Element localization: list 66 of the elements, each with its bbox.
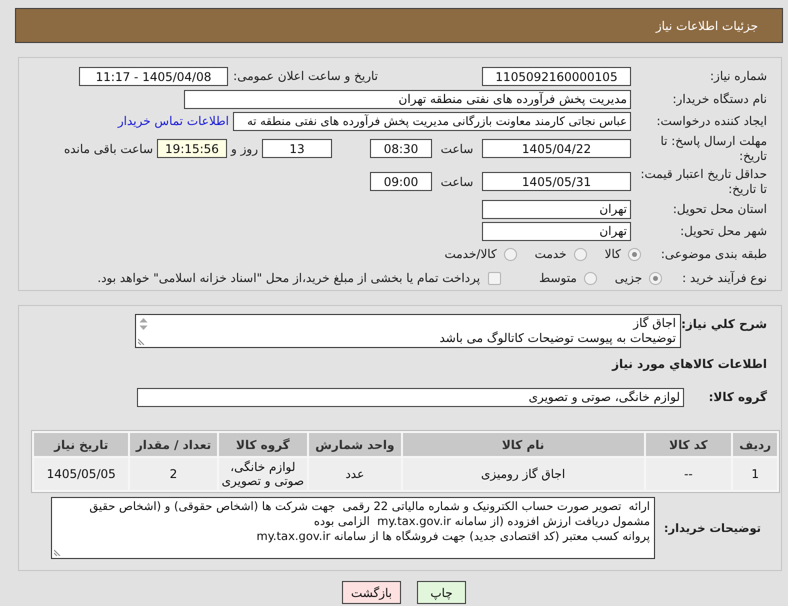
checkbox[interactable] [488, 272, 502, 284]
scroll-arrows-icon[interactable] [138, 317, 149, 331]
table-cell: 1405/05/05 [34, 458, 128, 490]
field-label: توضیحات خریدار: [662, 520, 762, 536]
column-header: نام کالا [402, 433, 644, 456]
input-field[interactable]: 1105092160000105 [482, 67, 631, 86]
column-header: ردیف [733, 433, 777, 456]
input-field[interactable]: تهران [482, 222, 631, 240]
table-cell: -- [646, 458, 732, 490]
back-button[interactable]: بازگشت [342, 581, 401, 604]
radio-button[interactable] [504, 248, 517, 260]
resize-grip-icon[interactable] [54, 549, 61, 556]
column-header: تاریخ نیاز [34, 433, 128, 456]
resize-grip-icon[interactable] [138, 338, 145, 345]
buyer-notes-field[interactable]: ارائه تصویر صورت حساب الکترونیک و شماره مالیاتی 22 رقمی جهت شرکت ها (اشخاص حقوقی) و (اشخاص حقیق مشمول دریافت ارزش افزوده (از سامانه my.tax.gov.ir الزامی بوده پروانه کسب معتبر (کد اقتصادی جدید) جهت فروشگاه ها از سامانه my.tax.gov.ir [51, 497, 655, 559]
date-field[interactable]: 1405/04/22 [482, 139, 631, 158]
radio-label: کالا/خدمت [444, 247, 497, 261]
checkbox-label: پرداخت تمام یا بخشی از مبلغ خرید،از محل "اسناد خزانه اسلامی" خواهد بود. [97, 271, 480, 285]
field-label: حداقل تاریخ اعتبار قیمت: تا تاریخ: [639, 166, 767, 196]
field-label: طبقه بندی موضوعی: [660, 246, 767, 262]
radio-button[interactable] [628, 248, 641, 260]
table-cell: 1 [733, 458, 777, 490]
field-label: تاریخ و ساعت اعلان عمومی: [232, 69, 378, 84]
field-label: نام دستگاه خریدار: [672, 92, 767, 106]
field-label: شرح کلي نياز: [681, 316, 767, 332]
print-button[interactable]: چاپ [417, 581, 466, 604]
field-label: مهلت ارسال پاسخ: تا تاریخ: [659, 134, 767, 164]
field-label: گروه کالا: [708, 390, 767, 404]
table-cell: لوازم خانگی، صوتی و تصویری [218, 458, 308, 490]
field-label: ایجاد کننده درخواست: [655, 114, 767, 128]
radio-label: خدمت [534, 247, 567, 261]
field-label: شماره نیاز: [709, 69, 767, 84]
date-field[interactable]: 1405/05/31 [482, 172, 631, 191]
radio-label: جزیی [614, 271, 642, 285]
column-header: کد کالا [646, 433, 732, 456]
days-label: روز و [230, 142, 259, 156]
radio-button[interactable] [574, 248, 587, 260]
column-header: تعداد / مقدار [130, 433, 217, 456]
column-header: گروه کالا [218, 433, 308, 456]
page-title: جزئیات اطلاعات نیاز [656, 18, 758, 32]
table-cell: اجاق گاز رومیزی [402, 458, 644, 490]
time-label: ساعت [440, 142, 474, 156]
time-field[interactable]: 08:30 [370, 139, 432, 158]
input-field[interactable]: 1405/04/08 - 11:17 [79, 67, 228, 86]
field-label: شهر محل تحویل: [679, 224, 767, 238]
field-label: نوع فرآیند خرید : [682, 270, 767, 286]
time-label: ساعت [440, 174, 474, 188]
input-field[interactable]: تهران [482, 200, 631, 218]
input-field[interactable]: عباس نجاتی کارمند معاونت بازرگانی مدیریت پخش فرآورده های نفتی منطقه ته [233, 112, 631, 130]
field-label: استان محل تحویل: [672, 202, 767, 216]
table-cell: 2 [130, 458, 217, 490]
radio-label: متوسط [539, 271, 577, 285]
time-field[interactable]: 09:00 [370, 172, 432, 191]
section-title: اطلاعات کالاهاي مورد نياز [610, 356, 767, 372]
radio-button[interactable] [584, 272, 597, 284]
remaining-label: ساعت باقی مانده [64, 142, 153, 156]
days-field[interactable]: 13 [262, 139, 332, 158]
input-field[interactable]: مدیریت پخش فرآورده های نفتی منطقه تهران [184, 90, 631, 108]
radio-button[interactable] [649, 272, 662, 284]
radio-label: کالا [604, 247, 621, 261]
table-cell: عدد [309, 458, 401, 490]
column-header: واحد شمارش [309, 433, 401, 456]
input-field[interactable]: لوازم خانگی، صوتی و تصویری [137, 388, 684, 406]
remaining-time-field[interactable]: 19:15:56 [157, 139, 227, 158]
buyer-contact-link[interactable]: اطلاعات تماس خریدار [118, 114, 229, 128]
description-field[interactable]: اجاق گاز توضیحات به پیوست توضیحات کاتالوگ می باشد [135, 314, 681, 348]
